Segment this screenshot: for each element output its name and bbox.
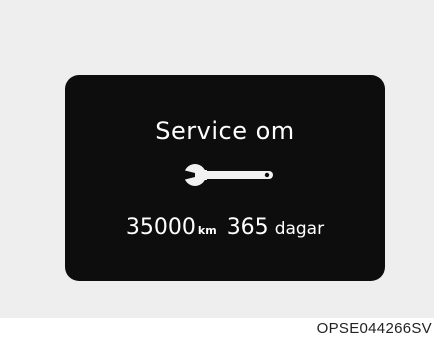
cluster-display: Service om 35000 km 365 dagar — [65, 75, 385, 281]
service-title: Service om — [155, 117, 295, 145]
illustration-frame: Service om 35000 km 365 dagar — [0, 0, 434, 318]
figure-code: OPSE044266SV — [316, 320, 432, 337]
days-unit: dagar — [274, 219, 325, 239]
distance-unit: km — [197, 224, 217, 237]
days-value: 365 — [226, 215, 269, 240]
service-interval: 35000 km 365 dagar — [65, 215, 385, 240]
wrench-icon — [179, 164, 273, 186]
distance-value: 35000 — [125, 215, 196, 240]
